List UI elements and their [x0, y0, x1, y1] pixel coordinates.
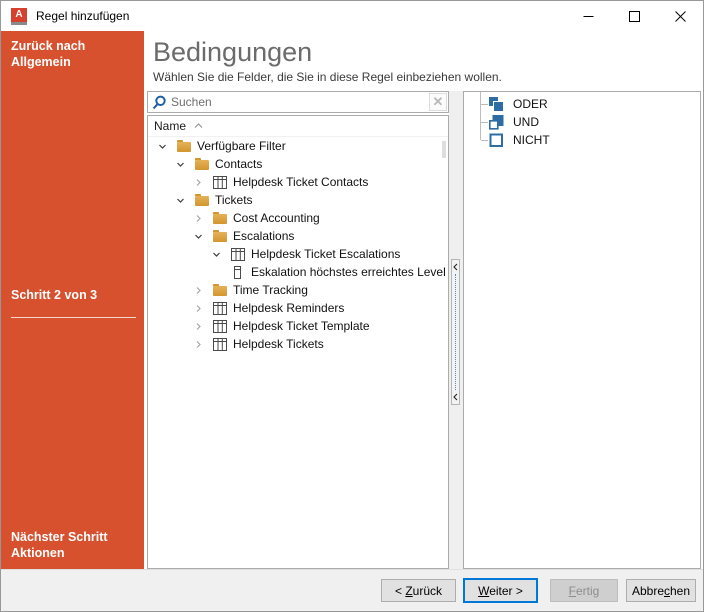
sidebar-back-nav-line2: Allgemein [11, 54, 138, 70]
tree-item-helpdesk-ticket-template[interactable]: Helpdesk Ticket Template [148, 317, 448, 335]
folder-icon [176, 140, 192, 152]
tree-item-contacts[interactable]: Contacts [148, 155, 448, 173]
sidebar-next-nav[interactable]: Nächster Schritt Aktionen [11, 529, 138, 561]
sidebar-step-label: Schritt 2 von 3 [11, 287, 138, 303]
finish-button: Fertig [550, 579, 618, 602]
tree-item-tickets[interactable]: Tickets [148, 191, 448, 209]
table-icon [212, 176, 228, 189]
operator-item-und[interactable]: UND [464, 113, 700, 131]
tree-item-time-tracking[interactable]: Time Tracking [148, 281, 448, 299]
next-button[interactable]: Weiter > [463, 578, 538, 603]
or-union-squares-icon [488, 96, 505, 113]
chevron-right-icon[interactable] [194, 178, 212, 187]
app-icon-letter: A [11, 8, 27, 22]
chevron-left-icon [453, 263, 458, 271]
folder-icon [194, 194, 210, 206]
chevron-right-icon[interactable] [194, 214, 212, 223]
sidebar-separator [11, 317, 136, 318]
chevron-left-icon [453, 393, 458, 401]
table-icon [212, 302, 228, 315]
tree-item-helpdesk-ticket-escalations[interactable]: Helpdesk Ticket Escalations [148, 245, 448, 263]
folder-icon [194, 158, 210, 170]
sort-ascending-icon [194, 123, 203, 129]
operator-item-oder[interactable]: ODER [464, 95, 700, 113]
clear-x-icon: ✕ [433, 94, 444, 109]
sidebar-back-nav-line1: Zurück nach [11, 38, 138, 54]
sidebar-back-nav[interactable]: Zurück nach Allgemein [11, 38, 138, 70]
chevron-right-icon[interactable] [194, 322, 212, 331]
window-title: Regel hinzufügen [36, 9, 129, 23]
window-controls [565, 1, 703, 31]
folder-icon [212, 230, 228, 242]
sidebar-next-nav-line1: Nächster Schritt [11, 529, 138, 545]
title-bar[interactable]: A Regel hinzufügen [1, 1, 703, 31]
folder-icon [212, 284, 228, 296]
tree-item-helpdesk-reminders[interactable]: Helpdesk Reminders [148, 299, 448, 317]
wizard-sidebar: Zurück nach Allgemein Schritt 2 von 3 Nä… [1, 31, 144, 569]
splitter-dotted-line [455, 274, 456, 390]
minimize-icon [583, 11, 594, 22]
logic-operators-panel: ODER UND NICHT [463, 91, 701, 569]
chevron-down-icon[interactable] [176, 160, 194, 169]
tree-item-escalations[interactable]: Escalations [148, 227, 448, 245]
not-empty-square-icon [488, 132, 505, 149]
tree-column-header-label: Name [154, 119, 186, 133]
maximize-button[interactable] [611, 1, 657, 31]
table-icon [230, 248, 246, 261]
tree-column-header[interactable]: Name [148, 116, 448, 137]
close-icon [675, 11, 686, 22]
tree-item-helpdesk-tickets[interactable]: Helpdesk Tickets [148, 335, 448, 353]
tree-item-cost-accounting[interactable]: Cost Accounting [148, 209, 448, 227]
sidebar-next-nav-line2: Aktionen [11, 545, 138, 561]
and-intersect-squares-icon [488, 114, 505, 131]
search-input[interactable] [167, 95, 429, 109]
page-subtitle: Wählen Sie die Felder, die Sie in diese … [153, 70, 502, 84]
tree-scrollbar-thumb[interactable] [442, 141, 446, 158]
table-icon [212, 320, 228, 333]
chevron-right-icon[interactable] [194, 340, 212, 349]
minimize-button[interactable] [565, 1, 611, 31]
close-button[interactable] [657, 1, 703, 31]
back-button[interactable]: < Zurück [381, 579, 456, 602]
search-clear-button[interactable]: ✕ [429, 93, 447, 111]
tree-item-eskalation-level[interactable]: Eskalation höchstes erreichtes Level [148, 263, 448, 281]
tree-item-verfuegbare-filter[interactable]: Verfügbare Filter [148, 137, 448, 155]
operator-item-nicht[interactable]: NICHT [464, 131, 700, 149]
dialog-regel-hinzufuegen: A Regel hinzufügen Zurück nach Allgemein… [0, 0, 704, 612]
chevron-down-icon[interactable] [212, 250, 230, 259]
chevron-down-icon[interactable] [194, 232, 212, 241]
splitter-collapse-handle[interactable] [451, 259, 460, 405]
folder-icon [212, 212, 228, 224]
search-box: ✕ [147, 91, 449, 113]
app-icon: A [11, 8, 27, 25]
tree-item-helpdesk-ticket-contacts[interactable]: Helpdesk Ticket Contacts [148, 173, 448, 191]
cancel-button[interactable]: Abbrechen [626, 579, 696, 602]
page-title: Bedingungen [153, 37, 312, 68]
filter-tree-panel: Name Verfügbare Filter Contacts Helpdesk… [147, 115, 449, 569]
chevron-right-icon[interactable] [194, 304, 212, 313]
chevron-down-icon[interactable] [158, 142, 176, 151]
chevron-right-icon[interactable] [194, 286, 212, 295]
field-column-icon [230, 266, 246, 279]
magnifier-icon [152, 95, 167, 110]
chevron-down-icon[interactable] [176, 196, 194, 205]
table-icon [212, 338, 228, 351]
maximize-icon [629, 11, 640, 22]
